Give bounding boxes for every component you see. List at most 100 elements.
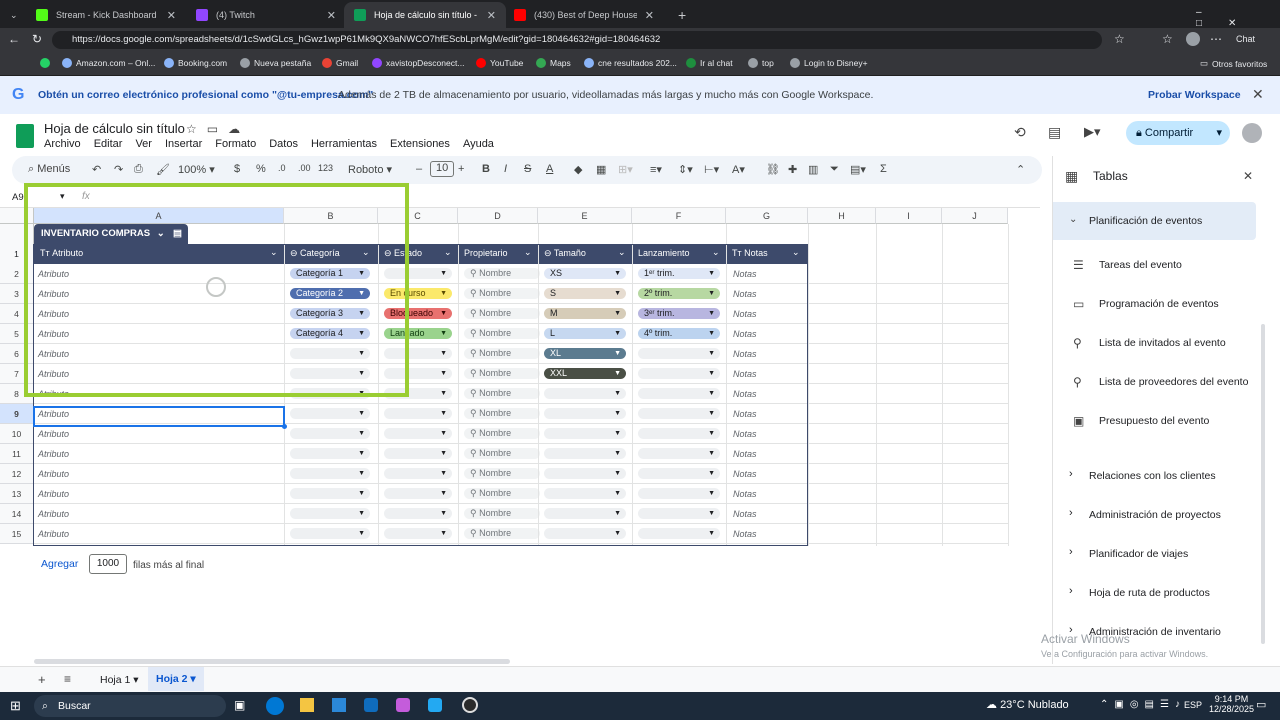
owner-chip[interactable]: ⚲ Nombre [464,508,540,519]
row-header[interactable]: 2 [0,264,34,284]
menu-archivo[interactable]: Archivo [44,138,81,150]
template-item[interactable]: Lista de proveedores del evento [1099,376,1248,388]
comment-icon[interactable]: ▤ [1048,124,1061,141]
status-chip[interactable]: ▼ [384,348,452,359]
undo-icon[interactable]: ↶ [92,163,101,176]
row-header[interactable]: 9 [0,404,34,424]
category-chip[interactable]: Categoría 3 ▼ [290,308,370,319]
owner-chip[interactable]: ⚲ Nombre [464,348,540,359]
row-header[interactable]: 14 [0,504,34,524]
size-chip[interactable]: L ▼ [544,328,626,339]
status-chip[interactable]: ▼ [384,508,452,519]
launch-chip[interactable]: 1ᵉʳ trim. ▼ [638,268,720,279]
other-bookmarks[interactable]: ▭ Otros favoritos [1200,58,1267,69]
size-chip[interactable]: ▼ [544,388,626,399]
launch-chip[interactable]: ▼ [638,348,720,359]
profile-avatar[interactable] [1186,32,1200,46]
zoom-select[interactable]: 100% ▾ [178,163,215,176]
weather-widget[interactable]: ☁ 23°C Nublado [986,698,1069,711]
category-chip[interactable]: ▼ [290,408,370,419]
column-header[interactable]: J [942,208,1008,224]
owner-chip[interactable]: ⚲ Nombre [464,528,540,539]
row-header[interactable]: 13 [0,484,34,504]
owner-chip[interactable]: ⚲ Nombre [464,268,540,279]
group-label[interactable]: Planificador de viajes [1089,548,1188,560]
launch-chip[interactable]: 4º trim. ▼ [638,328,720,339]
chevron-down-icon[interactable]: ⌄ [618,247,626,258]
category-chip[interactable]: ▼ [290,468,370,479]
category-chip[interactable]: ▼ [290,428,370,439]
template-item[interactable]: Programación de eventos [1099,298,1219,310]
cell-atributo[interactable]: Atributo [38,504,69,524]
bookmark[interactable] [40,58,50,68]
favorites-icon[interactable]: ☆ [1162,32,1173,46]
sum-icon[interactable]: Σ [880,163,887,175]
font-size-increase-icon[interactable]: + [458,163,464,175]
percent-button[interactable]: % [256,163,266,175]
cell-notas[interactable]: Notas [733,524,757,544]
size-chip[interactable]: ▼ [544,468,626,479]
cell-atributo[interactable]: Atributo [38,384,69,404]
explorer-icon[interactable] [300,698,314,712]
copilot-chat-button[interactable]: Chat [1236,34,1255,44]
selected-cell[interactable] [33,406,285,427]
row-header[interactable]: 4 [0,304,34,324]
store-icon[interactable] [332,698,346,712]
table-name-chip[interactable]: INVENTARIO COMPRAS ⌄ ▤ [34,224,188,244]
group-label[interactable]: Hoja de ruta de productos [1089,587,1210,599]
cell-atributo[interactable]: Atributo [38,304,69,324]
browser-tab-kick[interactable]: Stream - Kick Dashboard ✕ [26,2,186,28]
font-size-decrease-icon[interactable]: – [416,163,422,175]
row-header[interactable]: 5 [0,324,34,344]
category-chip[interactable]: ▼ [290,528,370,539]
category-chip[interactable]: ▼ [290,448,370,459]
filter-views-icon[interactable]: ▤▾ [850,163,866,176]
template-item[interactable]: Lista de invitados al evento [1099,337,1226,349]
browser-tab-sheets[interactable]: Hoja de cálculo sin título - Hojas d ✕ [344,2,506,28]
bookmark[interactable]: Booking.com [164,58,227,68]
browser-tab-youtube[interactable]: (430) Best of Deep House 202 ✕ [504,2,664,28]
name-box[interactable]: A9 [12,192,24,203]
column-header[interactable]: A [34,208,284,224]
header-estado[interactable]: ⊖ Estado [384,248,422,259]
column-header[interactable]: I [876,208,942,224]
size-chip[interactable]: XXL ▼ [544,368,626,379]
close-icon[interactable]: ✕ [167,9,176,22]
language-indicator[interactable]: ESP [1184,700,1202,710]
size-chip[interactable]: ▼ [544,528,626,539]
bookmark[interactable]: Amazon.com – Onl... [62,58,155,68]
add-sheet-icon[interactable]: + [38,672,46,687]
close-icon[interactable]: ✕ [327,9,336,22]
print-icon[interactable]: ⎙ [134,163,143,176]
header-atributo[interactable]: Tт Atributo [40,248,83,258]
row-header[interactable]: 6 [0,344,34,364]
text-color-icon[interactable]: A [546,163,553,175]
select-all-corner[interactable] [0,208,34,224]
header-tamano[interactable]: ⊖ Tamaño [544,248,586,259]
redo-icon[interactable]: ↷ [114,163,123,176]
back-icon[interactable]: ← [8,32,20,46]
column-header[interactable]: F [632,208,726,224]
menu-extensiones[interactable]: Extensiones [390,138,450,150]
borders-icon[interactable]: ▦ [596,163,606,176]
cell-notas[interactable]: Notas [733,364,757,384]
close-icon[interactable]: ✕ [645,9,654,22]
size-chip[interactable]: S ▼ [544,288,626,299]
launch-chip[interactable]: ▼ [638,488,720,499]
size-chip[interactable]: ▼ [544,448,626,459]
group-label[interactable]: Administración de proyectos [1089,509,1221,521]
fill-handle[interactable] [282,424,287,429]
close-icon[interactable]: ✕ [1243,169,1253,183]
cell-atributo[interactable]: Atributo [38,344,69,364]
bookmark[interactable]: top [748,58,774,68]
task-view-icon[interactable]: ▣ [234,698,245,712]
horizontal-scrollbar[interactable] [34,659,510,664]
edge-icon[interactable] [266,697,284,715]
menu-datos[interactable]: Datos [269,138,298,150]
menu-herramientas[interactable]: Herramientas [311,138,377,150]
history-icon[interactable]: ⟲ [1014,124,1026,141]
tray-icons[interactable]: ⌃▣◎▤☰♪ [1100,699,1186,710]
cell-atributo[interactable]: Atributo [38,444,69,464]
row-header[interactable]: 12 [0,464,34,484]
status-chip[interactable]: ▼ [384,428,452,439]
